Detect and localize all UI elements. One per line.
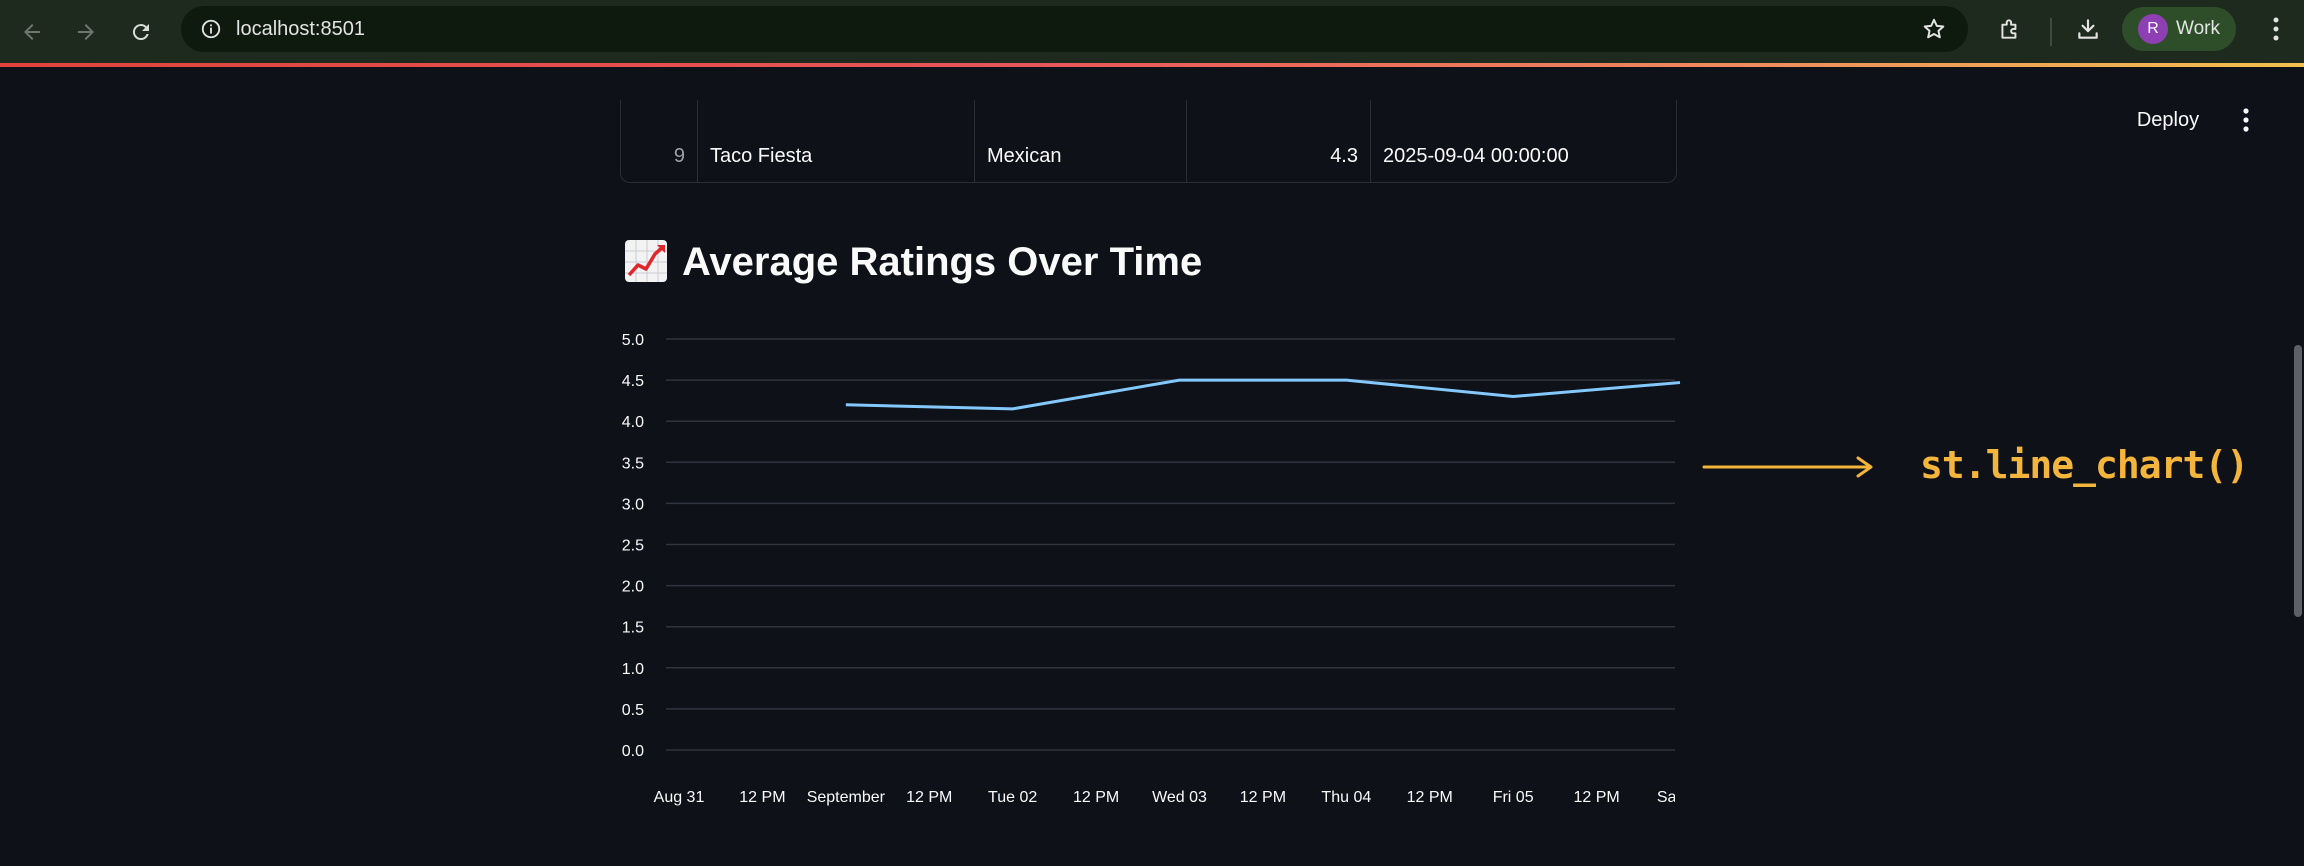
- y-tick-label: 4.0: [622, 414, 644, 431]
- x-axis-clip: [1675, 780, 1700, 815]
- reload-icon: [132, 24, 149, 41]
- y-axis: 0.0 0.5 1.0 1.5 2.0 2.5 3.0 3.5 4.0 4.5 5.0: [622, 332, 644, 760]
- y-tick-label: 1.5: [622, 620, 644, 637]
- x-tick-label: Fri 05: [1493, 789, 1534, 806]
- annotation-arrow: [1702, 456, 1873, 478]
- rating-line[interactable]: [845, 378, 1681, 411]
- x-tick-label: Aug 31: [654, 789, 705, 806]
- x-tick-label: 12 PM: [1573, 789, 1619, 806]
- chart-series: [845, 378, 1681, 411]
- deploy-button[interactable]: Deploy: [2128, 100, 2208, 140]
- profile-name: Work: [2176, 18, 2220, 39]
- avatar: R: [2138, 14, 2168, 44]
- x-tick-label: 12 PM: [739, 789, 785, 806]
- browser-menu-button[interactable]: [2256, 9, 2296, 49]
- section-title: Average Ratings Over Time: [682, 240, 1203, 284]
- kebab-menu-icon: [2273, 17, 2279, 41]
- annotation-label: st.line_chart(): [1920, 443, 2249, 487]
- y-tick-label: 3.0: [622, 496, 644, 513]
- back-button[interactable]: [12, 12, 52, 52]
- y-tick-label: 4.5: [622, 373, 644, 390]
- extensions-icon[interactable]: [1990, 9, 2030, 49]
- chart-gridlines: [666, 338, 1675, 751]
- line-chart[interactable]: 0.0 0.5 1.0 1.5 2.0 2.5 3.0 3.5 4.0 4.5 5.0 Aug 31…: [600, 320, 1700, 820]
- y-tick-label: 2.0: [622, 579, 644, 596]
- toolbar-divider: [2050, 18, 2052, 46]
- bookmark-star-icon[interactable]: [1914, 9, 1954, 49]
- site-info-icon[interactable]: [195, 13, 227, 45]
- reload-button[interactable]: [121, 12, 161, 52]
- browser-toolbar: localhost:8501 R Work: [0, 0, 2304, 66]
- x-tick-label: Thu 04: [1321, 789, 1371, 806]
- x-tick-label: 12 PM: [1240, 789, 1286, 806]
- kebab-menu-icon: [2243, 108, 2249, 132]
- table-cell-rating: 4.3: [1330, 145, 1358, 167]
- toolbar-accent-line: [0, 63, 2304, 67]
- forward-arrow-icon: [78, 24, 94, 40]
- y-tick-label: 3.5: [622, 455, 644, 472]
- section-heading: Average Ratings Over Time: [624, 232, 1202, 292]
- table-cell-index: 9: [673, 145, 685, 167]
- y-tick-label: 2.5: [622, 538, 644, 555]
- y-tick-label: 1.0: [622, 661, 644, 678]
- y-tick-label: 5.0: [622, 332, 644, 349]
- x-tick-label: Wed 03: [1152, 789, 1207, 806]
- x-tick-label: September: [807, 789, 886, 806]
- forward-button[interactable]: [66, 12, 106, 52]
- x-tick-label: Tue 02: [988, 789, 1037, 806]
- back-arrow-icon: [24, 24, 40, 40]
- x-axis: Aug 31 12 PM September 12 PM Tue 02 12 PM Wed …: [654, 780, 1700, 815]
- y-tick-label: 0.5: [622, 702, 644, 719]
- address-bar[interactable]: localhost:8501: [181, 6, 1968, 52]
- x-tick-label: 12 PM: [1407, 789, 1453, 806]
- y-tick-label: 0.0: [622, 743, 644, 760]
- app-menu-button[interactable]: [2232, 100, 2260, 140]
- table-cell-cuisine: Mexican: [987, 145, 1062, 167]
- scrollbar-thumb[interactable]: [2294, 345, 2302, 617]
- table-cell-name: Taco Fiesta: [710, 145, 813, 167]
- table-cell-date: 2025-09-04 00:00:00: [1383, 145, 1569, 167]
- url-text[interactable]: localhost:8501: [236, 6, 365, 52]
- download-icon[interactable]: [2068, 9, 2108, 49]
- profile-button[interactable]: R Work: [2122, 7, 2236, 51]
- chart-increasing-icon: [625, 240, 667, 282]
- restaurants-table: 9 Taco Fiesta Mexican 4.3 2025-09-04 00:…: [620, 100, 1677, 183]
- x-tick-label: 12 PM: [906, 789, 952, 806]
- x-tick-label: 12 PM: [1073, 789, 1119, 806]
